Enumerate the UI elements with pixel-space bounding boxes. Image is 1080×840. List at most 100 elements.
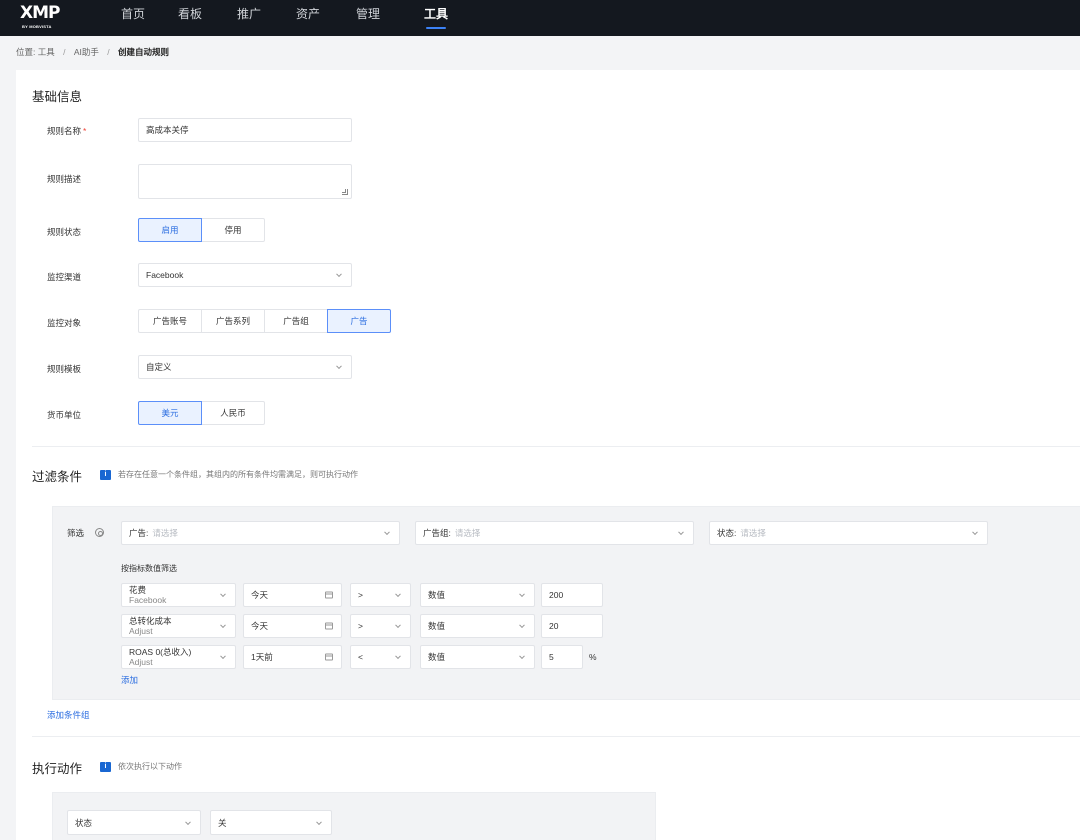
object-label: 监控对象 [47,318,82,328]
metric-select[interactable]: 总转化成本 Adjust [121,614,236,638]
value-type: 数值 [428,590,446,600]
threshold-input[interactable]: 200 [541,583,603,607]
date-picker[interactable]: 今天 [243,614,342,638]
value-type-select[interactable]: 数值 [420,583,535,607]
channel-select[interactable]: Facebook [138,263,352,287]
add-condition-link[interactable]: 添加 [121,674,138,686]
required-mark: * [83,126,87,136]
chevron-down-icon [185,818,191,825]
nav-management[interactable]: 管理 [356,7,380,29]
nav-promotion[interactable]: 推广 [237,7,261,29]
filter-label: 筛选 [67,528,85,538]
status-filter-placeholder: 请选择 [740,528,766,538]
metric-name: 总转化成本 [129,616,172,626]
xmp-logo[interactable]: XMP BY MOBVISTA [20,3,80,33]
action-state-value: 关 [218,817,227,828]
chevron-down-icon [316,818,322,825]
status-filter-prefix: 状态: [717,528,737,538]
ad-filter-placeholder: 请选择 [152,528,178,538]
value-type: 数值 [428,621,446,631]
add-condition-group-link[interactable]: 添加条件组 [47,709,90,721]
rule-name-input[interactable]: 高成本关停 [138,118,352,142]
metric-source: Adjust [129,626,153,636]
operator-select[interactable]: > [350,614,411,638]
adgroup-filter-select[interactable]: 广告组: 请选择 [415,521,694,545]
threshold-input[interactable]: 5 [541,645,583,669]
currency-label: 货币单位 [47,410,82,420]
currency-option-cny[interactable]: 人民币 [201,401,265,425]
breadcrumb-current: 创建自动规则 [118,47,170,57]
rule-desc-textarea[interactable] [138,164,352,199]
value-type: 数值 [428,652,446,662]
percent-unit: % [589,652,597,662]
rule-name-label-text: 规则名称 [47,126,82,136]
object-option-campaign[interactable]: 广告系列 [201,309,265,333]
status-option-enable[interactable]: 启用 [138,218,202,242]
chevron-down-icon [519,591,525,598]
logo-subtitle: BY MOBVISTA [22,24,52,29]
section-title-actions: 执行动作 [32,762,83,776]
chevron-down-icon [220,591,226,598]
breadcrumb-item-tools[interactable]: 工具 [38,47,55,57]
operator-select[interactable]: < [350,645,411,669]
filter-hint-text: 若存在任意一个条件组，其组内的所有条件均需满足，则可执行动作 [118,470,358,479]
action-hint-text: 依次执行以下动作 [118,762,182,771]
nav-active-indicator [426,27,447,29]
rule-status-toggle: 启用 停用 [138,218,265,242]
operator-value: > [358,590,363,600]
rule-desc-label: 规则描述 [47,174,82,184]
threshold-value: 5 [549,652,554,662]
breadcrumb-item-ai-assistant[interactable]: AI助手 [74,47,99,57]
nav-tools[interactable]: 工具 [424,7,448,29]
action-hint: i 依次执行以下动作 [100,761,182,772]
chevron-down-icon [336,363,342,370]
chevron-down-icon [972,529,978,536]
operator-value: > [358,621,363,631]
resize-handle-icon[interactable] [342,189,348,195]
template-select[interactable]: 自定义 [138,355,352,379]
date-value: 1天前 [251,652,273,662]
status-option-disable[interactable]: 停用 [201,218,265,242]
operator-select[interactable]: > [350,583,411,607]
status-filter-select[interactable]: 状态: 请选择 [709,521,988,545]
nav-assets[interactable]: 资产 [296,7,320,29]
action-field-select[interactable]: 状态 [67,810,201,835]
breadcrumb: 位置: 工具 / AI助手 / 创建自动规则 [16,46,169,58]
rule-status-label: 规则状态 [47,227,82,237]
ad-filter-prefix: 广告: [129,528,149,538]
nav-home[interactable]: 首页 [121,7,145,29]
object-option-ad-group[interactable]: 广告组 [264,309,328,333]
date-picker[interactable]: 1天前 [243,645,342,669]
metric-name: 花费 [129,585,147,595]
metric-source: Facebook [129,595,167,605]
monitor-object-toggle: 广告账号 广告系列 广告组 广告 [138,309,391,333]
ad-filter-select[interactable]: 广告: 请选择 [121,521,400,545]
object-option-ad-account[interactable]: 广告账号 [138,309,202,333]
adgroup-filter-placeholder: 请选择 [454,528,481,538]
template-value: 自定义 [146,362,172,372]
value-type-select[interactable]: 数值 [420,614,535,638]
currency-toggle: 美元 人民币 [138,401,265,425]
logo-wordmark: XMP [20,3,60,23]
date-picker[interactable]: 今天 [243,583,342,607]
nav-dashboard[interactable]: 看板 [178,7,202,29]
condition-group-panel: 筛选 广告: 请选择 广告组: 请选择 状态: 请选择 按指标数值筛选 花费 F… [52,506,1080,700]
metric-source: Adjust [129,657,153,667]
action-field-value: 状态 [75,817,93,828]
chevron-down-icon [336,271,342,278]
chevron-down-icon [384,529,390,536]
metric-name: ROAS 0(总收入) [129,647,192,657]
chevron-down-icon [678,529,684,536]
section-title-filter: 过滤条件 [32,470,83,484]
metric-select[interactable]: 花费 Facebook [121,583,236,607]
metric-select[interactable]: ROAS 0(总收入) Adjust [121,645,236,669]
gear-icon[interactable] [95,528,104,537]
currency-option-usd[interactable]: 美元 [138,401,202,425]
value-type-select[interactable]: 数值 [420,645,535,669]
channel-value: Facebook [146,270,184,280]
object-option-ad[interactable]: 广告 [327,309,391,333]
action-state-select[interactable]: 关 [210,810,332,835]
section-title-basic-info: 基础信息 [32,90,83,104]
threshold-input[interactable]: 20 [541,614,603,638]
chevron-down-icon [519,653,525,660]
